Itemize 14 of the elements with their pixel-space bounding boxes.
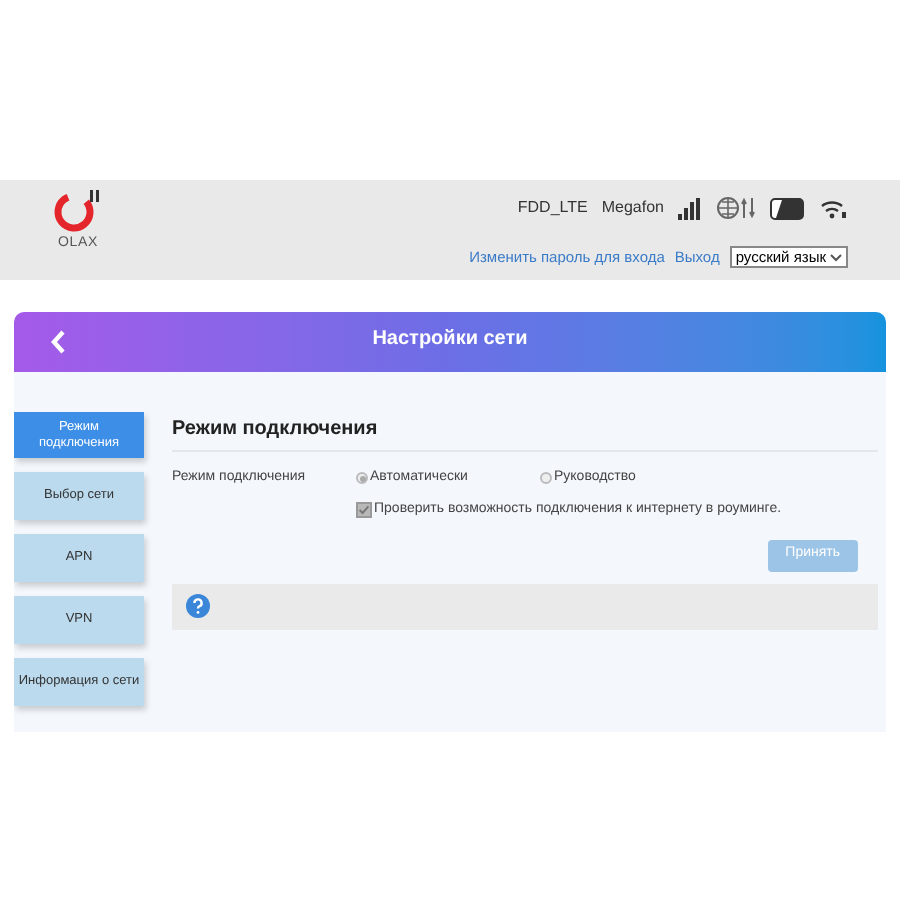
page-title: Настройки сети [372,326,528,354]
help-icon[interactable] [186,594,210,618]
globe-icon [716,196,756,220]
wifi-icon [820,197,848,219]
logo-icon [52,186,104,234]
signal-icon [678,197,702,219]
caret-icon [830,253,842,262]
operator-name: Megafon [601,196,664,220]
section-title: Режим подключения [172,412,878,452]
radio-button[interactable] [356,472,368,484]
battery-icon [770,197,806,219]
radio-button[interactable] [540,472,552,484]
network-type: FDD_LTE [517,196,588,220]
back-icon[interactable] [50,330,66,354]
